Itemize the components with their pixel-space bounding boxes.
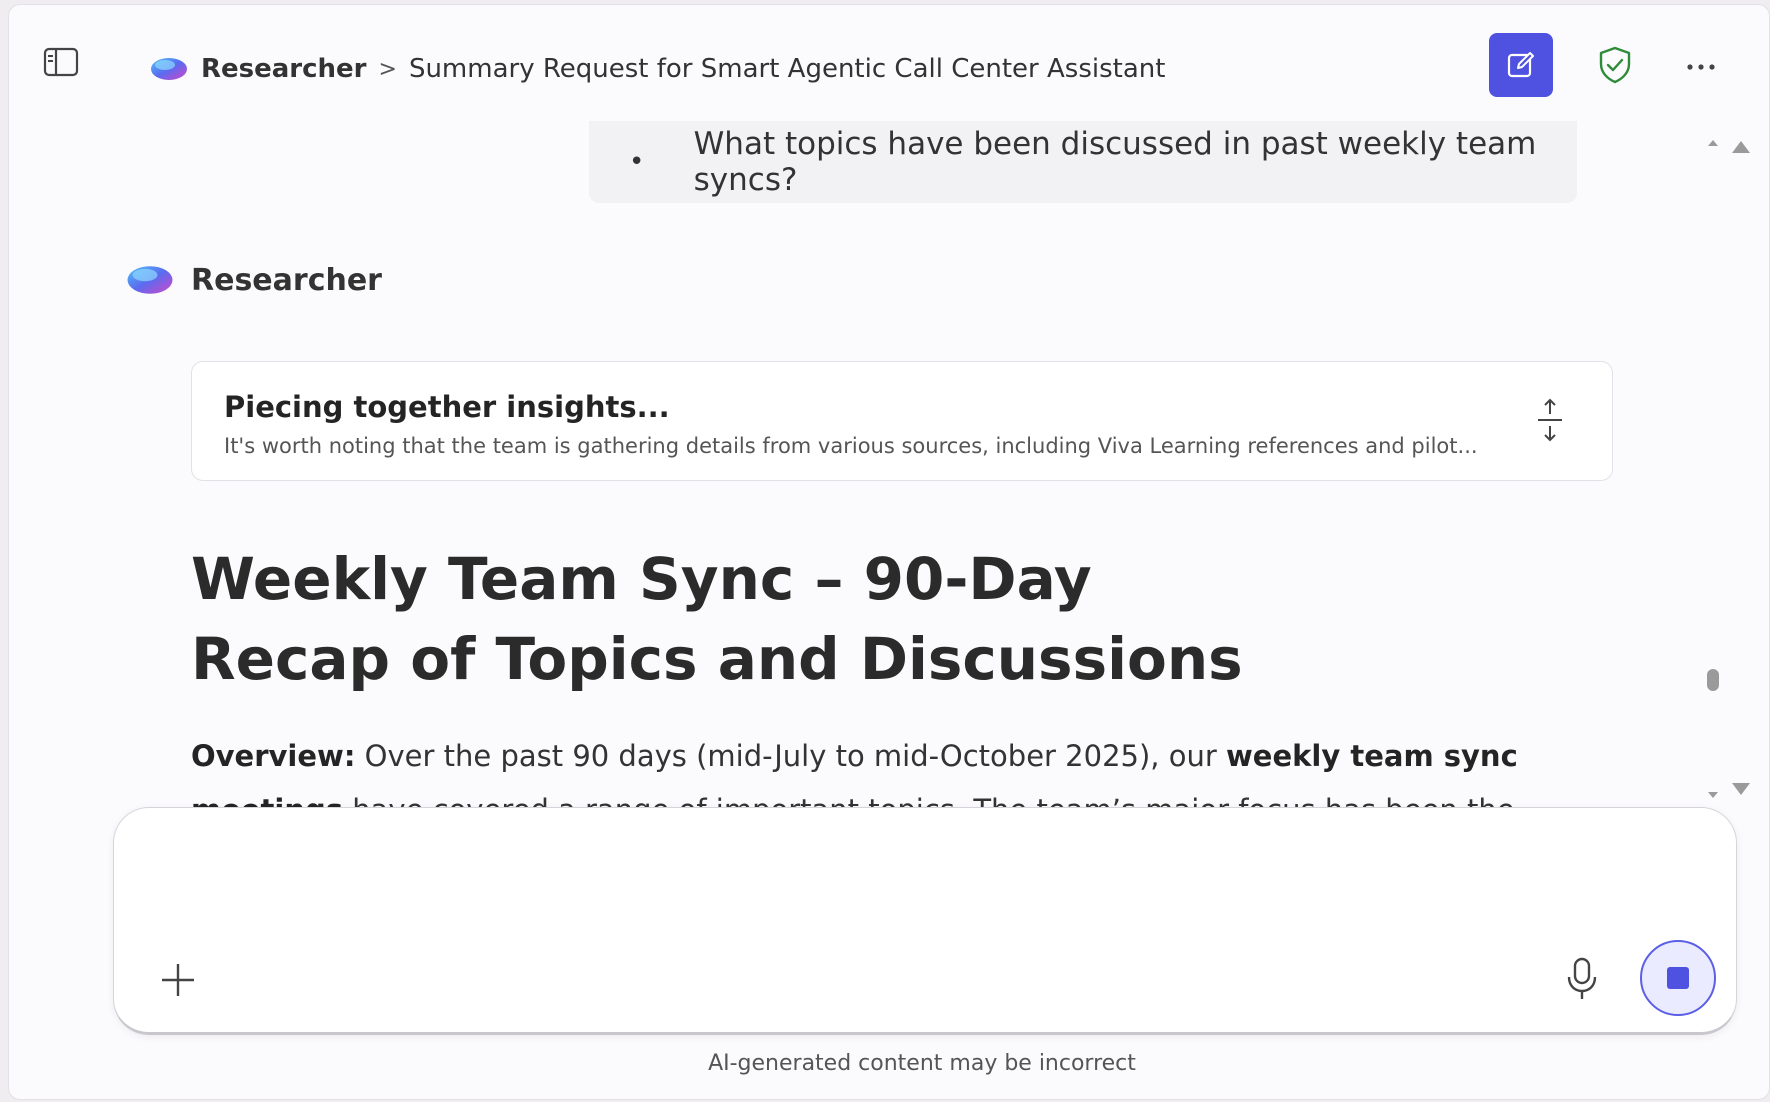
microphone-icon bbox=[1567, 957, 1597, 999]
overview-text-2: have covered a range of important topics… bbox=[191, 793, 1514, 807]
compose-icon bbox=[1507, 52, 1534, 78]
sidebar-toggle-icon bbox=[43, 47, 79, 77]
overview-label: Overview: bbox=[191, 739, 356, 773]
scrollbar-thumb[interactable] bbox=[1707, 669, 1719, 691]
stop-icon bbox=[1667, 967, 1689, 989]
more-options-button[interactable] bbox=[1681, 47, 1721, 87]
progress-card: Piecing together insights... It's worth … bbox=[191, 361, 1613, 481]
report-overview: Overview: Over the past 90 days (mid-Jul… bbox=[191, 729, 1591, 807]
researcher-logo-icon bbox=[127, 266, 173, 294]
add-attachment-button[interactable] bbox=[158, 960, 198, 1000]
user-message-text: What topics have been discussed in past … bbox=[693, 126, 1537, 198]
report-title: Weekly Team Sync – 90-Day Recap of Topic… bbox=[191, 545, 1243, 693]
plus-icon bbox=[162, 964, 194, 996]
breadcrumb: Researcher > Summary Request for Smart A… bbox=[149, 49, 1165, 89]
conversation-area[interactable]: • What topics have been discussed in pas… bbox=[9, 121, 1709, 807]
ai-disclaimer: AI-generated content may be incorrect bbox=[708, 1051, 1136, 1076]
protection-button[interactable] bbox=[1595, 45, 1635, 85]
microphone-button[interactable] bbox=[1562, 956, 1602, 1002]
progress-title: Piecing together insights... bbox=[224, 390, 670, 424]
message-input[interactable] bbox=[154, 832, 1698, 926]
expand-vertical-icon bbox=[1538, 398, 1562, 442]
researcher-logo-icon bbox=[151, 58, 187, 80]
sidebar-toggle-button[interactable] bbox=[43, 47, 79, 77]
bullet: • bbox=[629, 147, 645, 177]
expand-button[interactable] bbox=[1532, 396, 1568, 444]
assistant-name: Researcher bbox=[191, 262, 382, 298]
message-composer bbox=[113, 807, 1737, 1035]
chevron-right-icon: > bbox=[378, 56, 397, 82]
stop-button[interactable] bbox=[1640, 940, 1716, 1016]
assistant-header: Researcher bbox=[125, 259, 382, 301]
app-window: Researcher > Summary Request for Smart A… bbox=[8, 4, 1770, 1100]
scroll-down-small-icon[interactable] bbox=[1705, 787, 1721, 803]
user-message: • What topics have been discussed in pas… bbox=[589, 121, 1577, 203]
more-horizontal-icon bbox=[1687, 64, 1715, 70]
breadcrumb-app-name[interactable]: Researcher bbox=[201, 54, 367, 84]
scroll-down-icon[interactable] bbox=[1729, 779, 1753, 799]
scroll-up-small-icon[interactable] bbox=[1705, 135, 1721, 151]
header-bar: Researcher > Summary Request for Smart A… bbox=[9, 5, 1769, 121]
overview-text-1: Over the past 90 days (mid-July to mid-O… bbox=[355, 739, 1226, 773]
conversation-title: Summary Request for Smart Agentic Call C… bbox=[408, 54, 1166, 84]
progress-subtitle: It's worth noting that the team is gathe… bbox=[224, 434, 1478, 458]
shield-check-icon bbox=[1599, 46, 1631, 84]
scroll-up-icon[interactable] bbox=[1729, 137, 1753, 157]
new-chat-button[interactable] bbox=[1489, 33, 1553, 97]
